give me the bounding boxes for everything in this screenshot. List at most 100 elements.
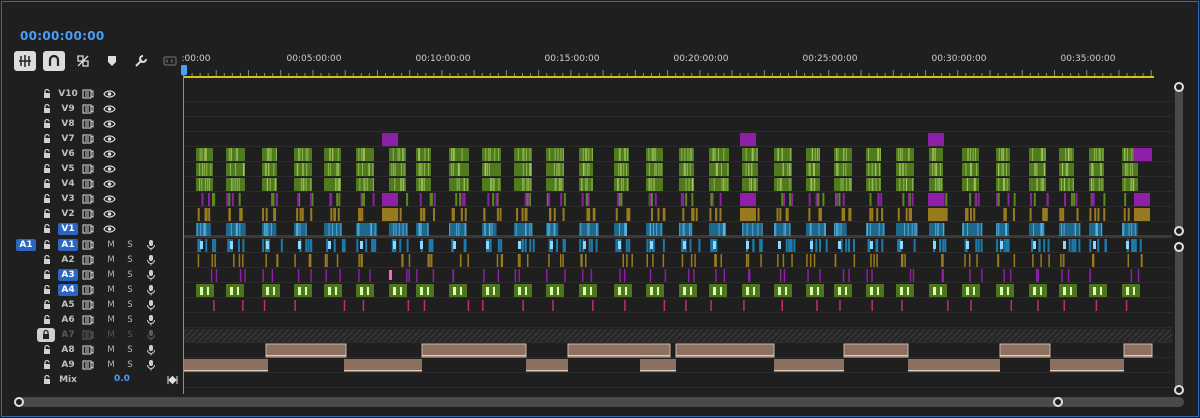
lock-icon[interactable] <box>42 239 52 251</box>
track-name[interactable]: V8 <box>58 118 78 130</box>
eye-icon[interactable] <box>103 104 116 114</box>
sync-lock-icon[interactable] <box>82 179 94 189</box>
eye-icon[interactable] <box>103 209 116 219</box>
track-name[interactable]: A2 <box>58 254 78 266</box>
lock-icon[interactable] <box>42 148 52 160</box>
sync-lock-icon[interactable] <box>82 330 94 340</box>
voiceover-mic-icon[interactable] <box>146 299 156 311</box>
eye-icon[interactable] <box>103 194 116 204</box>
lock-icon[interactable] <box>42 254 52 266</box>
insert-sequence-icon[interactable] <box>14 51 36 71</box>
lock-icon[interactable] <box>42 374 52 386</box>
lock-icon[interactable] <box>42 133 52 145</box>
add-marker-icon[interactable] <box>101 51 123 71</box>
mute-button[interactable]: M <box>106 254 116 266</box>
voiceover-mic-icon[interactable] <box>146 269 156 281</box>
sync-lock-icon[interactable] <box>82 270 94 280</box>
voiceover-mic-icon[interactable] <box>146 284 156 296</box>
track-name[interactable]: V1 <box>58 223 78 235</box>
time-ruler[interactable]: :00:00 00:05:00:00 00:10:00:00 00:15:00:00 0… <box>182 52 1154 78</box>
sync-lock-icon[interactable] <box>82 315 94 325</box>
lock-icon[interactable] <box>42 269 52 281</box>
sync-lock-icon[interactable] <box>82 164 94 174</box>
lock-icon[interactable] <box>42 118 52 130</box>
mute-button[interactable]: M <box>106 269 116 281</box>
track-name[interactable]: A7 <box>58 329 78 341</box>
mute-button[interactable]: M <box>106 359 116 371</box>
lock-icon[interactable] <box>42 88 52 100</box>
solo-button[interactable]: S <box>125 254 135 266</box>
sync-lock-icon[interactable] <box>82 194 94 204</box>
horizontal-scrollbar[interactable] <box>19 397 1184 407</box>
playhead-line[interactable] <box>183 68 184 394</box>
eye-icon[interactable] <box>103 164 116 174</box>
eye-icon[interactable] <box>103 149 116 159</box>
track-name[interactable]: A6 <box>58 314 78 326</box>
eye-icon[interactable] <box>103 119 116 129</box>
eye-icon[interactable] <box>103 224 116 234</box>
solo-button[interactable]: S <box>125 344 135 356</box>
lock-icon[interactable] <box>42 193 52 205</box>
track-name[interactable]: V9 <box>58 103 78 115</box>
track-name[interactable]: V2 <box>58 208 78 220</box>
eye-icon[interactable] <box>103 179 116 189</box>
sync-lock-icon[interactable] <box>82 360 94 370</box>
solo-button[interactable]: S <box>125 239 135 251</box>
track-name[interactable]: A4 <box>58 284 78 296</box>
sync-lock-icon[interactable] <box>82 255 94 265</box>
mix-volume-value[interactable]: 0.0 <box>114 374 130 384</box>
audio-vertical-scrollbar[interactable] <box>1175 242 1183 394</box>
lock-icon[interactable] <box>42 223 52 235</box>
video-scroll-top-handle[interactable] <box>1174 82 1184 92</box>
snap-magnet-icon[interactable] <box>43 51 65 71</box>
track-name[interactable]: V5 <box>58 163 78 175</box>
mute-button[interactable]: M <box>106 299 116 311</box>
solo-button[interactable]: S <box>125 314 135 326</box>
eye-icon[interactable] <box>103 89 116 99</box>
sync-lock-icon[interactable] <box>82 89 94 99</box>
captions-icon[interactable] <box>159 51 181 71</box>
track-area[interactable] <box>184 84 1172 394</box>
settings-wrench-icon[interactable] <box>130 51 152 71</box>
lock-icon[interactable] <box>42 359 52 371</box>
voiceover-mic-icon[interactable] <box>146 329 156 341</box>
lock-icon[interactable] <box>42 344 52 356</box>
mute-button[interactable]: M <box>106 284 116 296</box>
lock-icon[interactable] <box>42 103 52 115</box>
track-name[interactable]: A1 <box>58 239 78 251</box>
lock-icon[interactable] <box>42 284 52 296</box>
mix-end-icon[interactable] <box>167 375 178 385</box>
solo-button[interactable]: S <box>125 329 135 341</box>
voiceover-mic-icon[interactable] <box>146 239 156 251</box>
track-name[interactable]: V7 <box>58 133 78 145</box>
track-name[interactable]: A5 <box>58 299 78 311</box>
work-area-bar[interactable] <box>184 76 1154 78</box>
voiceover-mic-icon[interactable] <box>146 359 156 371</box>
track-name[interactable]: A8 <box>58 344 78 356</box>
hscroll-right-handle[interactable] <box>1053 397 1063 407</box>
sync-lock-icon[interactable] <box>82 209 94 219</box>
linked-selection-icon[interactable] <box>72 51 94 71</box>
sync-lock-icon[interactable] <box>82 224 94 234</box>
sync-lock-icon[interactable] <box>82 119 94 129</box>
eye-icon[interactable] <box>103 134 116 144</box>
playhead-handle[interactable] <box>181 65 187 75</box>
solo-button[interactable]: S <box>125 269 135 281</box>
video-scroll-bottom-handle[interactable] <box>1174 226 1184 236</box>
solo-button[interactable]: S <box>125 299 135 311</box>
lock-icon[interactable] <box>42 208 52 220</box>
video-vertical-scrollbar[interactable] <box>1175 84 1183 234</box>
solo-button[interactable]: S <box>125 359 135 371</box>
mute-button[interactable]: M <box>106 344 116 356</box>
sync-lock-icon[interactable] <box>82 345 94 355</box>
sync-lock-icon[interactable] <box>82 149 94 159</box>
track-name[interactable]: V3 <box>58 193 78 205</box>
audio-scroll-top-handle[interactable] <box>1174 242 1184 252</box>
lock-icon[interactable] <box>42 178 52 190</box>
playhead-timecode[interactable]: 00:00:00:00 <box>20 29 105 43</box>
lock-icon[interactable] <box>42 299 52 311</box>
mute-button[interactable]: M <box>106 239 116 251</box>
hscroll-left-handle[interactable] <box>14 397 24 407</box>
source-patch[interactable]: A1 <box>16 239 36 251</box>
voiceover-mic-icon[interactable] <box>146 314 156 326</box>
